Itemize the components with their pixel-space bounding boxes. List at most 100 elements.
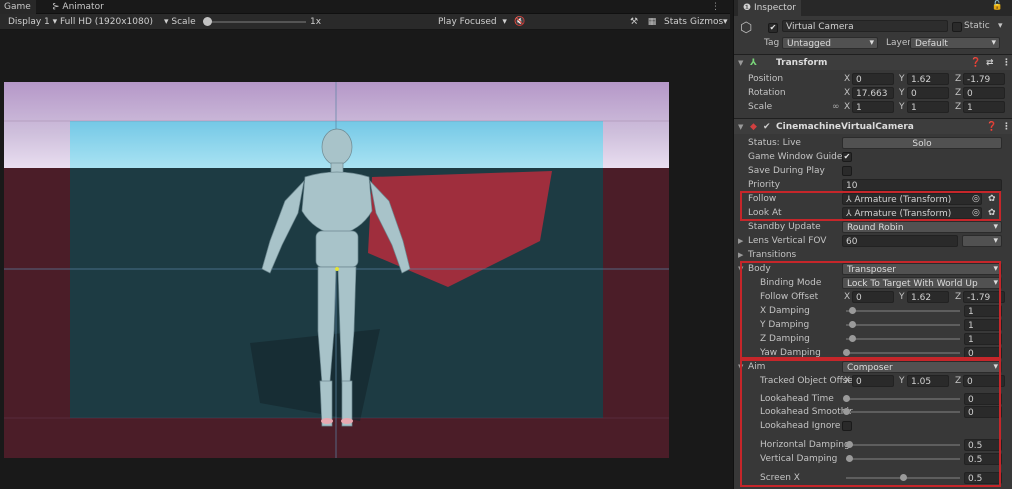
foldout-arrow-icon[interactable]: ▶ xyxy=(738,234,743,248)
damping-slider[interactable] xyxy=(846,324,960,326)
foldout-arrow-icon[interactable]: ▼ xyxy=(738,360,743,374)
stats-button[interactable]: Stats xyxy=(664,14,687,30)
object-picker-icon[interactable]: ◎ xyxy=(972,206,980,220)
mute-audio-icon[interactable]: 🔇 xyxy=(514,16,526,28)
component-menu-icon[interactable]: ⋮ xyxy=(1002,119,1011,135)
aspect-icon[interactable]: ▦ xyxy=(646,16,658,28)
gizmos-button[interactable]: Gizmos xyxy=(690,14,723,30)
static-dropdown-icon[interactable]: ▾ xyxy=(998,21,1003,31)
play-mode-dropdown[interactable]: Play Focused ▾ xyxy=(438,14,507,30)
rotation-y: 0 xyxy=(911,89,917,99)
scale-x-field[interactable]: 1 xyxy=(852,101,894,113)
display-dropdown[interactable]: Display 1 ▾ xyxy=(8,14,57,30)
lookahead-smooth-field[interactable]: 0 xyxy=(964,406,1002,418)
right-foot xyxy=(341,418,353,424)
rotation-x-field[interactable]: 17.663 xyxy=(852,87,894,99)
vertical-damping-handle[interactable] xyxy=(845,455,853,462)
lookahead-time-slider[interactable] xyxy=(846,398,960,400)
damping-slider[interactable] xyxy=(846,310,960,312)
position-x-field[interactable]: 0 xyxy=(852,73,894,85)
vcam-header[interactable]: ▼ ◆ ✔ CinemachineVirtualCamera ❓ ⋮ xyxy=(734,118,1012,134)
scale-z-field[interactable]: 1 xyxy=(963,101,1005,113)
binding-mode-value: Lock To Target With World Up xyxy=(847,279,978,289)
lookahead-smooth-handle[interactable] xyxy=(843,408,850,415)
tracked-offset-x-field[interactable]: 0 xyxy=(852,375,894,387)
scale-slider-track[interactable] xyxy=(208,21,306,23)
damping-field[interactable]: 1 xyxy=(964,319,1002,331)
constrain-link-icon[interactable]: ∞ xyxy=(832,100,840,114)
help-icon[interactable]: ❓ xyxy=(986,119,997,135)
settings-gear-icon[interactable]: ✿ xyxy=(988,192,996,206)
screen-x-handle[interactable] xyxy=(900,474,907,481)
damping-field[interactable]: 0 xyxy=(964,347,1002,359)
horizontal-damping-field[interactable]: 0.5 xyxy=(964,439,1002,451)
damping-handle[interactable] xyxy=(848,321,856,328)
rotation-y-field[interactable]: 0 xyxy=(907,87,949,99)
damping-field[interactable]: 1 xyxy=(964,305,1002,317)
tab-inspector[interactable]: ❶ Inspector xyxy=(738,0,801,16)
preset-icon[interactable]: ⇄ xyxy=(986,55,994,71)
object-picker-icon[interactable]: ◎ xyxy=(972,192,980,206)
vertical-damping-field[interactable]: 0.5 xyxy=(964,453,1002,465)
follow-field[interactable]: ⅄ Armature (Transform) xyxy=(842,193,982,205)
tools-icon[interactable]: ⚒ xyxy=(628,16,640,28)
follow-offset-z-field[interactable]: -1.79 xyxy=(963,291,1005,303)
transitions-row[interactable]: ▶ Transitions xyxy=(734,248,1012,262)
scale-y-field[interactable]: 1 xyxy=(907,101,949,113)
position-y: 1.62 xyxy=(911,75,932,85)
transform-header[interactable]: ▼ ⅄ Transform ❓ ⇄ ⋮ xyxy=(734,54,1012,70)
rotation-label: Rotation xyxy=(748,88,786,98)
tab-game[interactable]: Game xyxy=(0,0,36,14)
active-checkbox[interactable]: ✔ xyxy=(768,23,778,33)
tracked-offset-y-field[interactable]: 1.05 xyxy=(907,375,949,387)
screen-x-label: Screen X xyxy=(760,473,800,483)
body-dropdown[interactable]: Transposer xyxy=(842,263,1002,275)
lookat-field[interactable]: ⅄ Armature (Transform) xyxy=(842,207,982,219)
damping-handle[interactable] xyxy=(848,307,856,314)
resolution-dropdown[interactable]: Full HD (1920x1080) xyxy=(60,14,153,30)
lock-icon[interactable]: 🔓 xyxy=(992,1,1003,11)
static-checkbox[interactable] xyxy=(952,22,962,32)
object-name-field[interactable]: Virtual Camera xyxy=(782,20,948,32)
tab-menu-icon[interactable]: ⋮ xyxy=(705,0,726,14)
position-y-field[interactable]: 1.62 xyxy=(907,73,949,85)
tag-dropdown[interactable]: Untagged xyxy=(782,37,878,49)
fov-field[interactable]: 60 xyxy=(842,235,958,247)
lookahead-ignore-checkbox[interactable] xyxy=(842,421,852,431)
position-z-field[interactable]: -1.79 xyxy=(963,73,1005,85)
follow-offset-x-field[interactable]: 0 xyxy=(852,291,894,303)
damping-field[interactable]: 1 xyxy=(964,333,1002,345)
lookahead-smooth-slider[interactable] xyxy=(846,411,960,413)
damping-handle[interactable] xyxy=(843,349,850,356)
settings-gear-icon[interactable]: ✿ xyxy=(988,206,996,220)
game-render-area[interactable] xyxy=(0,31,730,489)
solo-button[interactable]: Solo xyxy=(842,137,1002,149)
fov-preset-dropdown[interactable] xyxy=(962,235,1002,247)
standby-dropdown[interactable]: Round Robin xyxy=(842,221,1002,233)
priority-field[interactable]: 10 xyxy=(842,179,1002,191)
damping-handle[interactable] xyxy=(848,335,856,342)
save-during-play-checkbox[interactable] xyxy=(842,166,852,176)
component-menu-icon[interactable]: ⋮ xyxy=(1002,55,1011,71)
binding-mode-dropdown[interactable]: Lock To Target With World Up xyxy=(842,277,1002,289)
screen-x-field[interactable]: 0.5 xyxy=(964,472,1002,484)
follow-offset-y-field[interactable]: 1.62 xyxy=(907,291,949,303)
scale-slider-handle[interactable] xyxy=(203,17,212,26)
vertical-damping-slider[interactable] xyxy=(846,458,960,460)
guides-checkbox[interactable]: ✔ xyxy=(842,152,852,162)
lookahead-time-handle[interactable] xyxy=(843,395,850,402)
tab-animator[interactable]: ⊱ Animator xyxy=(46,0,110,14)
horizontal-damping-slider[interactable] xyxy=(846,444,960,446)
lookahead-time-field[interactable]: 0 xyxy=(964,393,1002,405)
tracked-offset-z-field[interactable]: 0 xyxy=(963,375,1005,387)
foldout-arrow-icon[interactable]: ▼ xyxy=(738,262,743,276)
help-icon[interactable]: ❓ xyxy=(970,55,981,71)
horizontal-damping-handle[interactable] xyxy=(845,441,853,448)
rotation-z-field[interactable]: 0 xyxy=(963,87,1005,99)
damping-slider[interactable] xyxy=(846,352,960,354)
gizmos-dropdown-icon[interactable]: ▾ xyxy=(723,14,728,30)
vcam-enabled-check[interactable]: ✔ xyxy=(763,119,771,135)
layer-dropdown[interactable]: Default xyxy=(910,37,1000,49)
aim-dropdown[interactable]: Composer xyxy=(842,361,1002,373)
damping-slider[interactable] xyxy=(846,338,960,340)
